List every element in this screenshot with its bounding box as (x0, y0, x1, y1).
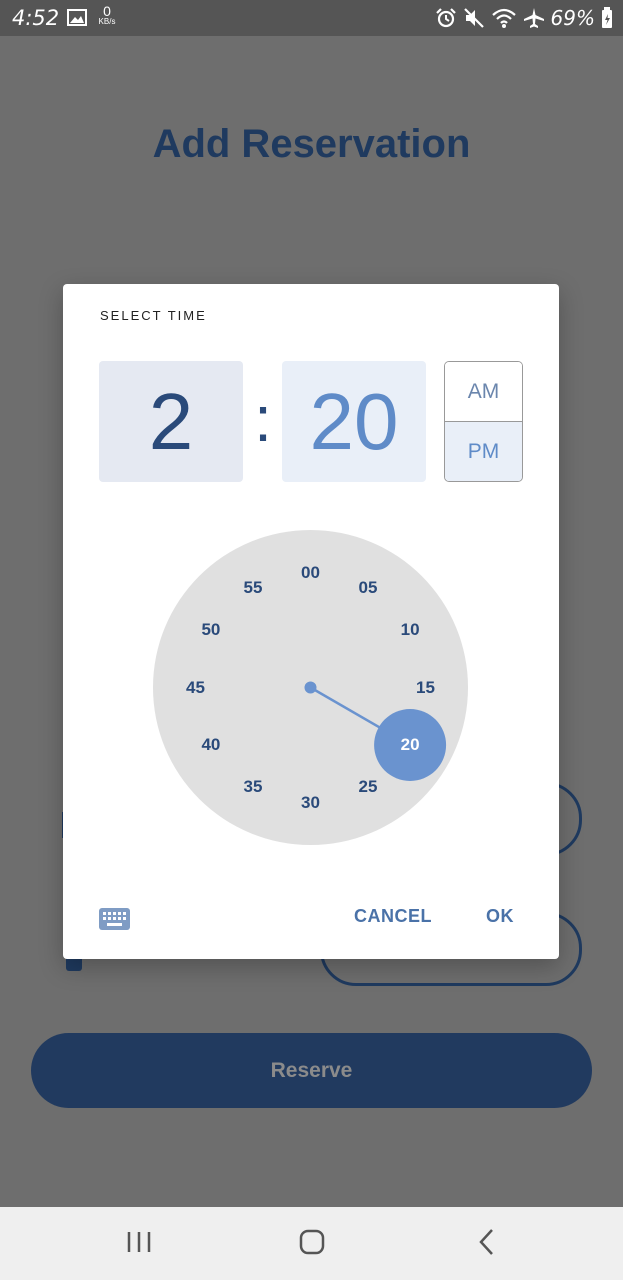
status-time: 4:52 (12, 6, 60, 30)
clock-dial[interactable]: 00 05 10 15 20 25 30 35 40 45 50 55 (153, 530, 468, 845)
keyboard-icon[interactable] (99, 908, 130, 930)
network-speed: 0 KB/s (94, 4, 120, 26)
clock-label[interactable]: 15 (406, 676, 446, 700)
back-icon[interactable] (476, 1227, 498, 1257)
page-title: Add Reservation (152, 122, 471, 166)
time-separator: : (254, 383, 272, 455)
clock-label[interactable]: 10 (390, 618, 430, 642)
battery-icon (602, 7, 612, 28)
hour-display[interactable]: 2 (99, 361, 243, 482)
clock-label[interactable]: 40 (191, 733, 231, 757)
alarm-icon (435, 8, 456, 28)
wifi-icon (491, 8, 516, 28)
status-icons: 69% (435, 6, 613, 30)
clock-label[interactable]: 05 (348, 576, 388, 600)
battery-percent: 69% (550, 6, 595, 30)
pm-button[interactable]: PM (445, 422, 522, 481)
time-picker-dialog: SELECT TIME 2 : 20 AM PM 00 05 10 15 20 25 30 3… (63, 284, 559, 959)
clock-label[interactable]: 20 (390, 733, 430, 757)
airplane-icon (523, 8, 544, 28)
recents-icon[interactable] (126, 1227, 152, 1257)
reserve-button[interactable]: Reserve (31, 1033, 592, 1108)
clock-label[interactable]: 35 (233, 775, 273, 799)
ok-button[interactable]: OK (486, 906, 514, 927)
status-bar: 4:52 0 KB/s 69% (0, 0, 623, 36)
minute-display[interactable]: 20 (282, 361, 426, 482)
home-icon[interactable] (298, 1227, 326, 1257)
am-button[interactable]: AM (445, 362, 522, 422)
clock-label[interactable]: 30 (291, 791, 331, 815)
clock-label[interactable]: 55 (233, 576, 273, 600)
network-speed-unit: KB/s (98, 17, 116, 26)
clock-center-dot (304, 681, 317, 694)
mute-icon (463, 8, 484, 28)
clock-label[interactable]: 50 (191, 618, 231, 642)
clock-label[interactable]: 00 (291, 561, 331, 585)
dialog-header: SELECT TIME (100, 308, 207, 323)
navigation-bar (0, 1207, 623, 1280)
clock-label[interactable]: 25 (348, 775, 388, 799)
am-pm-toggle: AM PM (444, 361, 523, 482)
image-icon (67, 9, 87, 26)
cancel-button[interactable]: CANCEL (354, 906, 432, 927)
clock-label[interactable]: 45 (176, 676, 216, 700)
network-speed-value: 0 (103, 3, 111, 19)
